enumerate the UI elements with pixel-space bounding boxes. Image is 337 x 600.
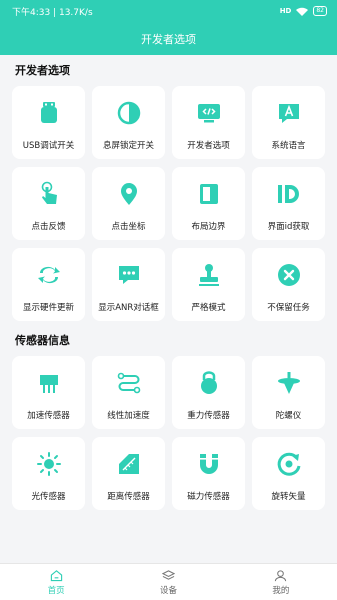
gyroscope-icon	[275, 369, 303, 397]
tile-label: 陀螺仪	[275, 411, 302, 421]
tile-label: 旋转矢量	[271, 492, 306, 502]
nav-label: 我的	[272, 585, 290, 596]
tile-label: 重力传感器	[187, 411, 230, 421]
status-time: 下午4:33 | 13.7K/s	[12, 7, 93, 18]
user-icon	[275, 569, 287, 581]
dialog-icon	[115, 261, 143, 289]
tile-anr-dialog[interactable]: 显示ANR对话框	[92, 248, 165, 321]
bottom-nav: 首页 设备 我的	[0, 563, 337, 600]
tile-strict-mode[interactable]: 严格模式	[172, 248, 245, 321]
tile-tap-feedback[interactable]: 点击反馈	[12, 167, 85, 240]
tile-tap-coordinates[interactable]: 点击坐标	[92, 167, 165, 240]
tile-gravity-sensor[interactable]: 重力传感器	[172, 356, 245, 429]
path-icon	[115, 369, 143, 397]
tap-icon	[35, 180, 63, 208]
language-icon	[275, 99, 303, 127]
nav-profile[interactable]: 我的	[225, 564, 337, 600]
wifi-icon	[296, 7, 309, 16]
rotate-icon	[275, 450, 303, 478]
tile-rotation-vector[interactable]: 旋转矢量	[252, 437, 325, 510]
section-title-developer: 开发者选项	[15, 64, 70, 77]
battery-icon: 82	[313, 6, 327, 16]
tile-label: 开发者选项	[187, 141, 230, 151]
tile-label: 距离传感器	[107, 492, 150, 502]
tile-label: 布局边界	[191, 222, 226, 232]
tile-label: 系统语言	[271, 141, 306, 151]
section-title-sensors: 传感器信息	[15, 334, 70, 347]
tile-linear-acceleration[interactable]: 线性加速度	[92, 356, 165, 429]
tile-usb-debug[interactable]: USB调试开关	[12, 86, 85, 159]
tile-magnetic-sensor[interactable]: 磁力传感器	[172, 437, 245, 510]
home-icon	[50, 569, 62, 581]
tile-label: 显示硬件更新	[22, 303, 74, 313]
tile-proximity-sensor[interactable]: 距离传感器	[92, 437, 165, 510]
layout-bounds-icon	[195, 180, 223, 208]
location-pin-icon	[115, 180, 143, 208]
tile-system-language[interactable]: 系统语言	[252, 86, 325, 159]
tile-label: USB调试开关	[22, 141, 75, 151]
tile-hardware-updates[interactable]: 显示硬件更新	[12, 248, 85, 321]
sensor-info-grid: 加速传感器 线性加速度 重力传感器 陀螺仪 光传感器 距离传感器 磁力传感器 旋…	[12, 356, 325, 510]
nav-label: 设备	[159, 585, 177, 596]
nav-label: 首页	[47, 585, 65, 596]
magnet-icon	[195, 450, 223, 478]
tile-label: 严格模式	[191, 303, 226, 313]
tile-label: 线性加速度	[107, 411, 150, 421]
contrast-icon	[115, 99, 143, 127]
status-bar: 下午4:33 | 13.7K/s HD 82	[0, 0, 337, 22]
kettlebell-icon	[195, 369, 223, 397]
id-icon	[275, 180, 303, 208]
tile-label: 光传感器	[31, 492, 66, 502]
tile-screen-lock[interactable]: 息屏锁定开关	[92, 86, 165, 159]
page-title: 开发者选项	[141, 32, 196, 46]
tile-developer-options[interactable]: 开发者选项	[172, 86, 245, 159]
tile-label: 不保留任务	[267, 303, 310, 313]
tile-label: 息屏锁定开关	[102, 141, 154, 151]
tile-label: 磁力传感器	[187, 492, 230, 502]
refresh-icon	[35, 261, 63, 289]
tile-label: 点击坐标	[111, 222, 146, 232]
code-monitor-icon	[195, 99, 223, 127]
nav-home[interactable]: 首页	[0, 564, 112, 600]
close-circle-icon	[275, 261, 303, 289]
tile-accelerometer[interactable]: 加速传感器	[12, 356, 85, 429]
tile-layout-bounds[interactable]: 布局边界	[172, 167, 245, 240]
developer-options-grid: USB调试开关 息屏锁定开关 开发者选项 系统语言 点击反馈 点击坐标 布局边界…	[12, 86, 325, 321]
signal-icon: HD	[279, 7, 292, 15]
layers-icon	[161, 569, 175, 580]
tile-view-id[interactable]: 界面id获取	[252, 167, 325, 240]
stamp-icon	[195, 261, 223, 289]
tile-label: 界面id获取	[267, 222, 310, 232]
tile-label: 点击反馈	[31, 222, 66, 232]
chip-icon	[35, 369, 63, 397]
tile-label: 显示ANR对话框	[98, 303, 159, 313]
tile-dont-keep-activities[interactable]: 不保留任务	[252, 248, 325, 321]
tile-light-sensor[interactable]: 光传感器	[12, 437, 85, 510]
app-header: 下午4:33 | 13.7K/s HD 82 开发者选项	[0, 0, 337, 55]
sun-icon	[35, 450, 63, 478]
tile-label: 加速传感器	[27, 411, 70, 421]
tile-gyroscope[interactable]: 陀螺仪	[252, 356, 325, 429]
nav-devices[interactable]: 设备	[112, 564, 224, 600]
usb-icon	[35, 99, 63, 127]
ruler-icon	[115, 450, 143, 478]
